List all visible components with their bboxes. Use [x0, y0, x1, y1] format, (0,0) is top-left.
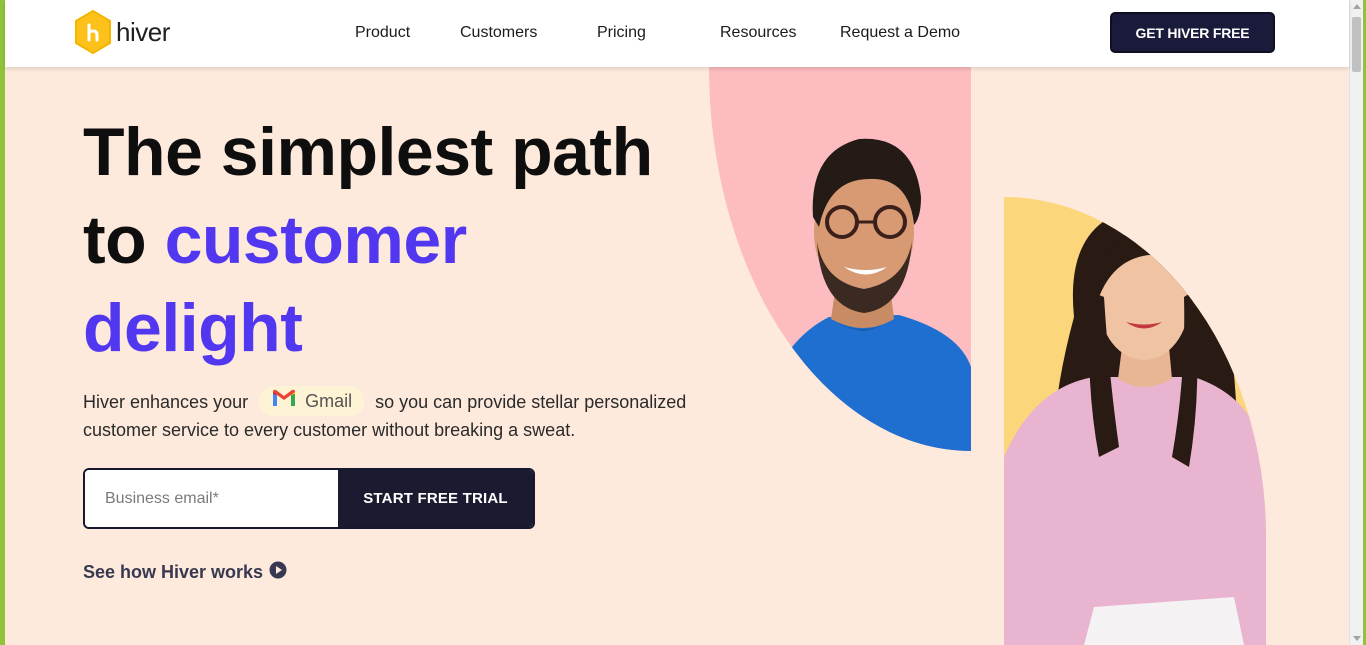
see-how-label: See how Hiver works	[83, 562, 264, 582]
start-free-trial-button[interactable]: START FREE TRIAL	[338, 470, 533, 527]
site-header: hiver Product Customers Pricing Resource…	[5, 0, 1349, 67]
hiver-logo-icon	[74, 10, 112, 54]
hero-title-customer: customer	[164, 202, 468, 278]
hero-description: Hiver enhances your Gmail so you can pro…	[83, 386, 703, 443]
nav-request-demo[interactable]: Request a Demo	[840, 24, 960, 42]
hero-title-line-2: to customer	[83, 196, 703, 284]
window-border-left	[0, 0, 5, 645]
page-scrollbar[interactable]	[1349, 0, 1363, 645]
signup-form: START FREE TRIAL	[83, 468, 535, 529]
hiver-logo[interactable]: hiver	[74, 10, 170, 54]
brand-name: hiver	[116, 16, 170, 47]
get-hiver-free-button[interactable]: GET HIVER FREE	[1110, 12, 1275, 53]
hero-title-line-1: The simplest path	[83, 114, 653, 190]
play-circle-icon	[269, 561, 287, 584]
hero-title: The simplest path to customer delight	[83, 108, 703, 372]
nav-resources[interactable]: Resources	[720, 24, 796, 42]
gmail-icon	[271, 388, 297, 415]
scroll-down-arrow-icon[interactable]	[1353, 636, 1361, 641]
nav-pricing[interactable]: Pricing	[597, 24, 646, 42]
see-how-hiver-works-link[interactable]: See how Hiver works	[83, 561, 287, 584]
scroll-up-arrow-icon[interactable]	[1353, 4, 1361, 9]
scrollbar-thumb[interactable]	[1352, 17, 1361, 72]
hero-title-to: to	[83, 202, 165, 278]
business-email-input[interactable]	[85, 470, 338, 527]
customer-photo-man	[709, 67, 971, 451]
hero-desc-before: Hiver enhances your	[83, 391, 249, 412]
gmail-chip: Gmail	[259, 386, 365, 416]
gmail-label: Gmail	[305, 390, 353, 411]
hero-title-line-3: delight	[83, 290, 303, 366]
nav-customers[interactable]: Customers	[460, 24, 537, 42]
customer-photo-woman	[1004, 197, 1266, 645]
nav-product[interactable]: Product	[355, 24, 410, 42]
